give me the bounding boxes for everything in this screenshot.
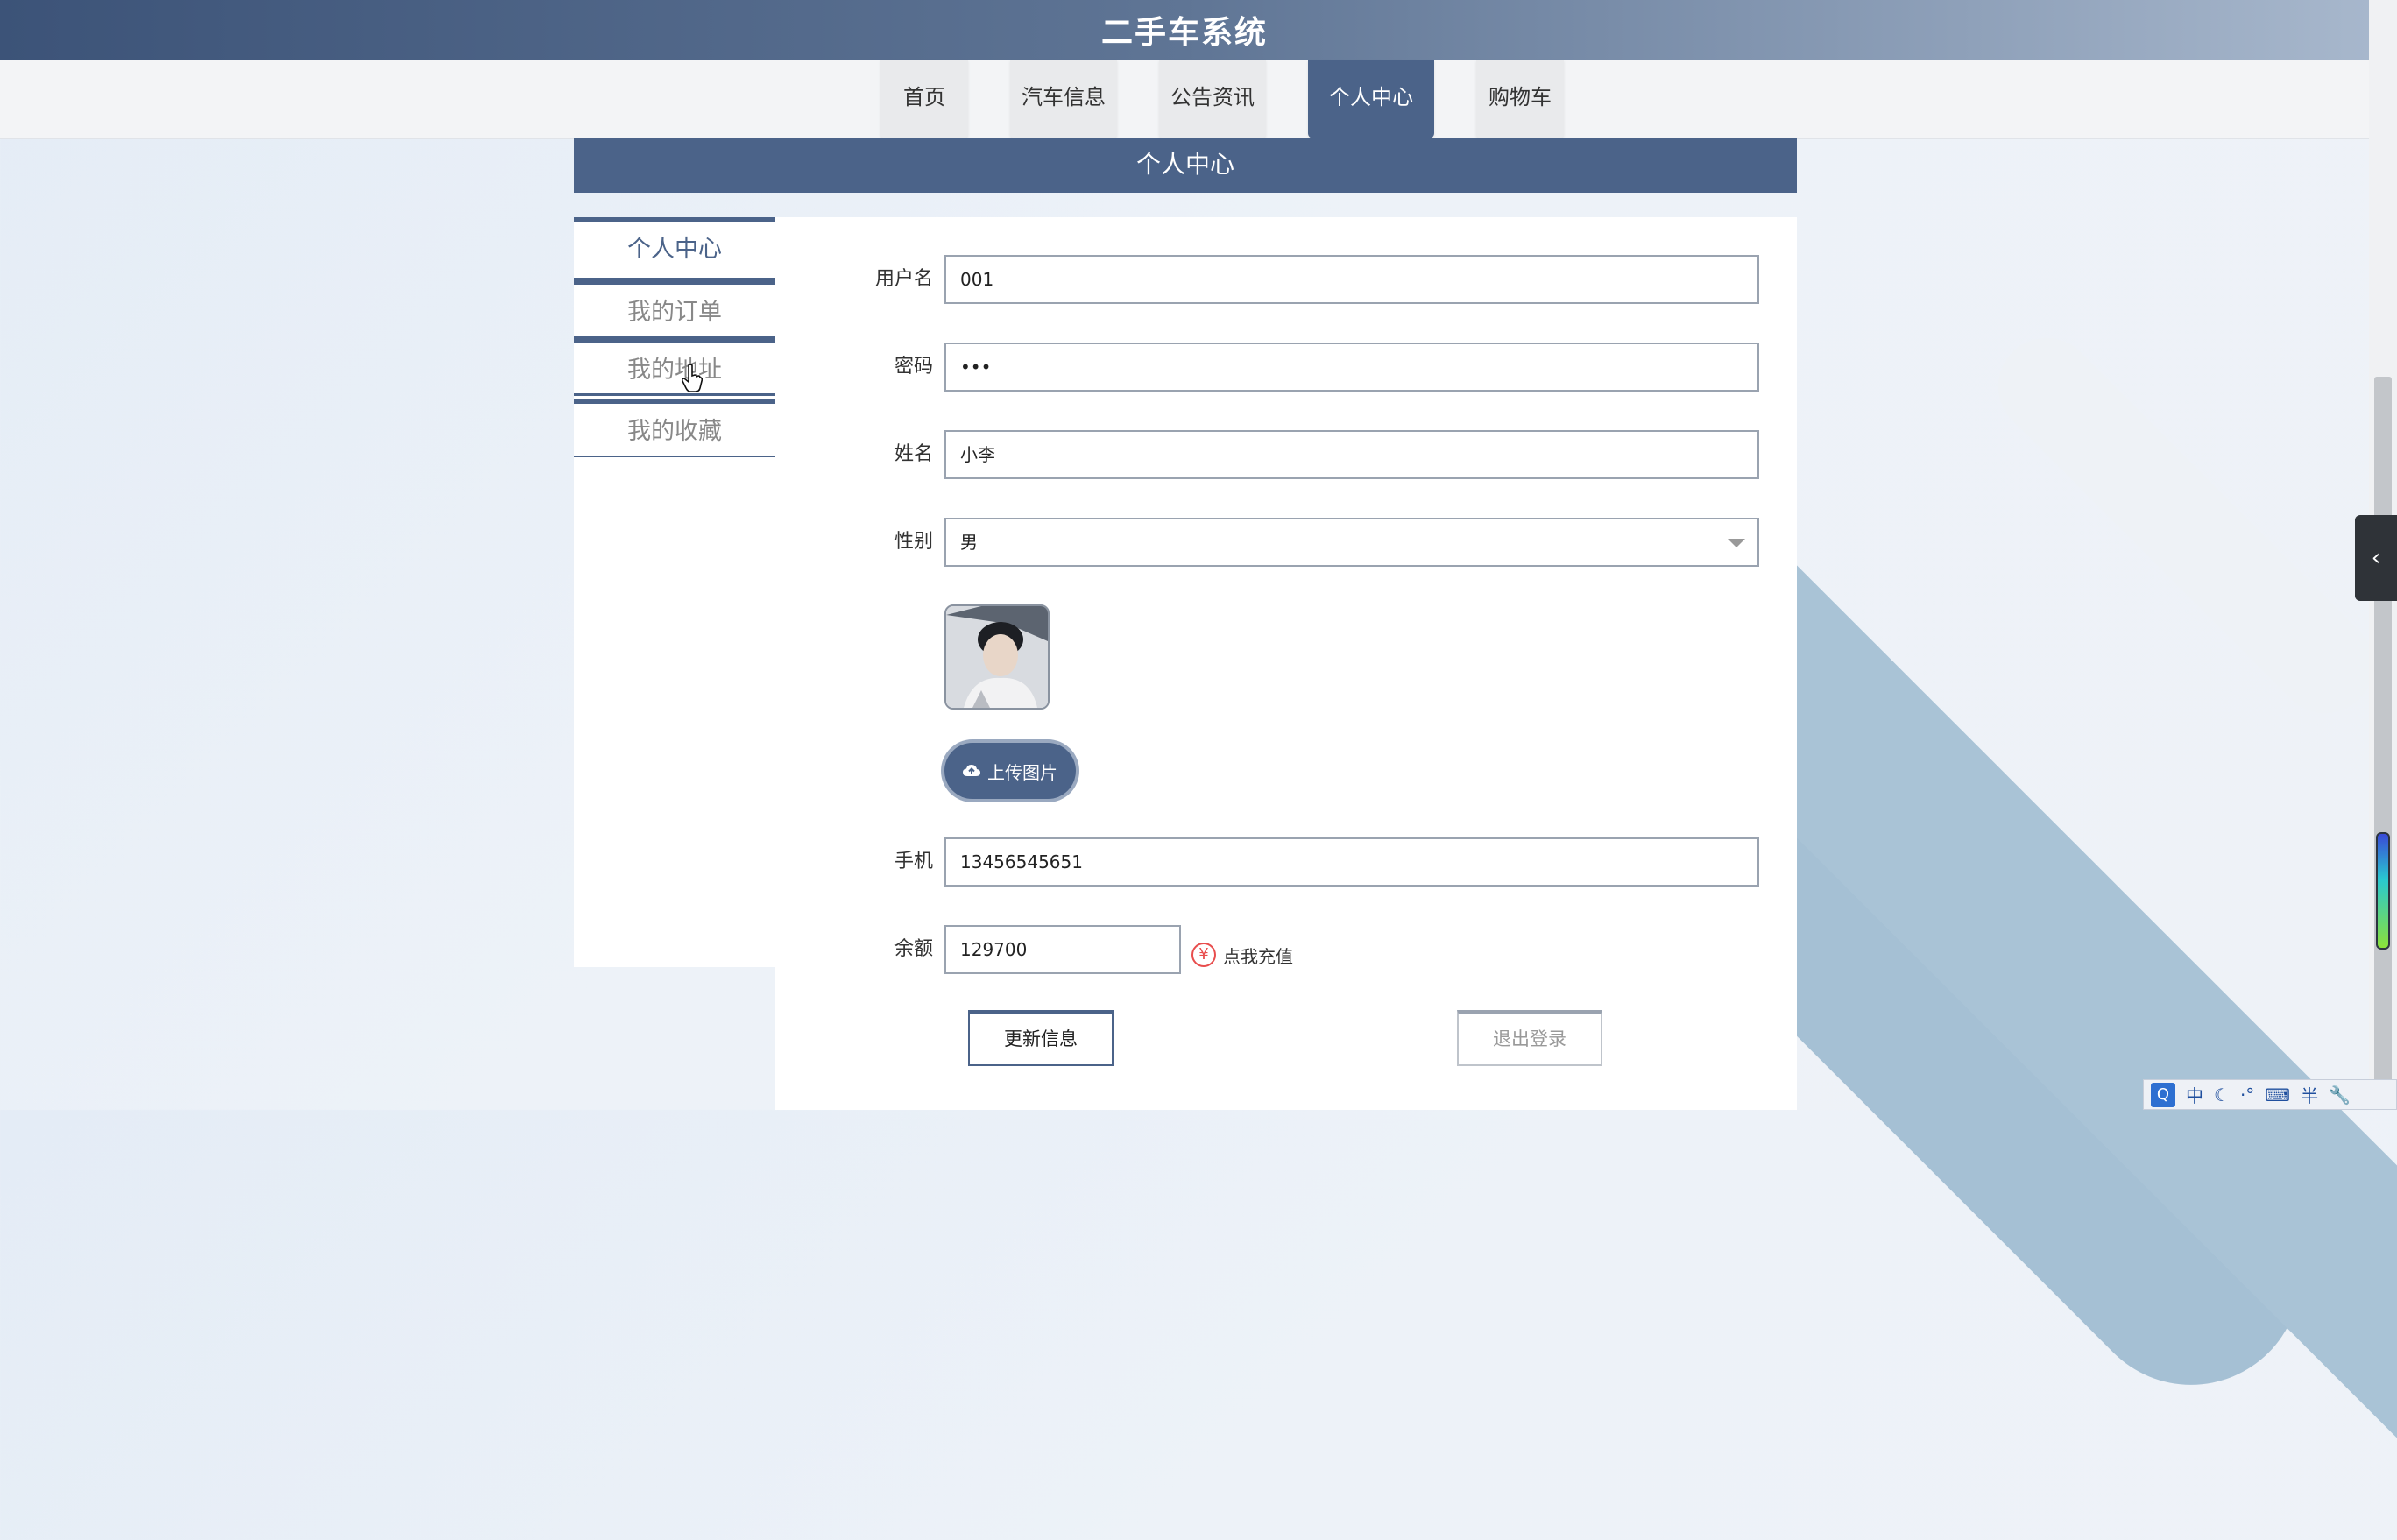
main-nav: 首页 汽车信息 公告资讯 个人中心 购物车 [0, 60, 2369, 139]
nav-item-cart[interactable]: 购物车 [1476, 60, 1564, 138]
cloud-upload-icon [963, 765, 980, 776]
phone-row: 手机 13456545651 [775, 837, 1797, 887]
recharge-link[interactable]: ¥ 点我充值 [1191, 937, 1293, 972]
nav-item-personal-center[interactable]: 个人中心 [1308, 60, 1434, 138]
name-input[interactable]: 小李 [944, 430, 1759, 479]
search-icon[interactable]: Q [2151, 1082, 2175, 1107]
balance-input[interactable]: 129700 [944, 925, 1181, 974]
avatar [944, 604, 1050, 710]
system-tray: Q 中 ☾ ·° ⌨ 半 🔧 [2143, 1079, 2397, 1110]
tray-item-punct[interactable]: ·° [2240, 1084, 2254, 1106]
name-row: 姓名 小李 [775, 430, 1797, 479]
phone-label: 手机 [894, 851, 933, 872]
tray-item-ime[interactable]: 中 [2186, 1082, 2203, 1107]
chevron-down-icon [1728, 539, 1745, 547]
level-meter [2376, 832, 2390, 950]
top-bar: 二手车系统 [0, 0, 2369, 60]
sidebar: 个人中心 我的订单 我的地址 我的收藏 [574, 217, 775, 967]
avatar-image [946, 606, 1048, 708]
gender-select[interactable]: 男 [944, 518, 1759, 567]
sidebar-item-address[interactable]: 我的地址 [574, 338, 775, 396]
tray-item-keyboard[interactable]: ⌨ [2265, 1084, 2290, 1106]
sidebar-item-personal-center[interactable]: 个人中心 [574, 217, 775, 280]
upload-label: 上传图片 [987, 761, 1057, 783]
update-info-button[interactable]: 更新信息 [968, 1010, 1114, 1066]
logout-button[interactable]: 退出登录 [1457, 1010, 1602, 1066]
yen-icon: ¥ [1191, 943, 1216, 967]
gender-label: 性别 [894, 531, 933, 553]
background-decoration [1978, 318, 2393, 733]
app-title: 二手车系统 [1100, 15, 1268, 51]
moon-icon[interactable]: ☾ [2214, 1084, 2230, 1106]
phone-input[interactable]: 13456545651 [944, 837, 1759, 887]
sidebar-item-favorites[interactable]: 我的收藏 [574, 399, 775, 457]
password-row: 密码 ••• [775, 343, 1797, 392]
tray-item-width[interactable]: 半 [2301, 1082, 2318, 1107]
password-label: 密码 [894, 356, 933, 378]
hand-cursor-icon [682, 364, 703, 392]
nav-item-home[interactable]: 首页 [880, 60, 968, 138]
upload-image-button[interactable]: 上传图片 [944, 743, 1076, 799]
recharge-label: 点我充值 [1223, 945, 1293, 967]
name-label: 姓名 [894, 443, 933, 465]
password-input[interactable]: ••• [944, 343, 1759, 392]
gender-value: 男 [960, 532, 978, 553]
chevron-left-icon[interactable]: ‹ [2355, 515, 2397, 601]
username-label: 用户名 [874, 268, 933, 290]
wrench-icon[interactable]: 🔧 [2329, 1084, 2351, 1106]
nav-list: 首页 汽车信息 公告资讯 个人中心 购物车 [880, 60, 1606, 138]
nav-item-news[interactable]: 公告资讯 [1159, 60, 1266, 138]
profile-form: 用户名 001 密码 ••• 姓名 小李 性别 男 上传图片 手机 134565… [775, 217, 1797, 1110]
gender-row: 性别 男 [775, 518, 1797, 567]
nav-item-car-info[interactable]: 汽车信息 [1010, 60, 1117, 138]
section-title: 个人中心 [574, 138, 1797, 193]
sidebar-item-orders[interactable]: 我的订单 [574, 280, 775, 338]
scrollbar-thumb[interactable] [2374, 377, 2392, 1104]
username-input[interactable]: 001 [944, 255, 1759, 304]
balance-label: 余额 [894, 938, 933, 960]
username-row: 用户名 001 [775, 255, 1797, 304]
